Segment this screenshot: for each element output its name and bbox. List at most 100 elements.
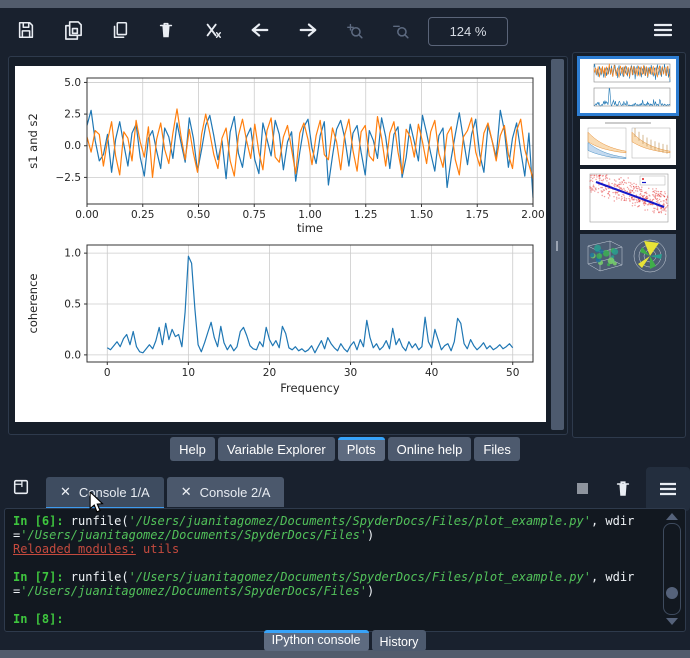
thumbnail-image bbox=[580, 59, 676, 113]
save-all-icon bbox=[64, 20, 82, 40]
plots-options-menu-button[interactable] bbox=[645, 13, 681, 47]
svg-text:−2.5: −2.5 bbox=[56, 172, 82, 184]
svg-text:Frequency: Frequency bbox=[280, 381, 340, 395]
svg-text:1.00: 1.00 bbox=[298, 209, 321, 221]
scroll-up-arrow-icon[interactable] bbox=[666, 513, 678, 520]
pane-tab-online-help[interactable]: Online help bbox=[387, 437, 472, 461]
scroll-down-arrow-icon[interactable] bbox=[666, 618, 678, 625]
svg-text:2.00: 2.00 bbox=[521, 209, 544, 221]
thumbnail-3d-surface-and-polar[interactable] bbox=[580, 234, 676, 279]
console-line: In [6]: runfile('/Users/juanitagomez/Doc… bbox=[13, 514, 653, 542]
console-line: Reloaded modules: utils bbox=[13, 542, 653, 556]
pane-tab-plots[interactable]: Plots bbox=[337, 437, 385, 461]
svg-text:0: 0 bbox=[104, 367, 111, 379]
console-text-segment: utils bbox=[135, 542, 180, 556]
previous-plot-button[interactable] bbox=[242, 13, 278, 47]
console-text-segment: In [8]: bbox=[13, 612, 71, 626]
ipython-console-area[interactable]: In [6]: runfile('/Users/juanitagomez/Doc… bbox=[4, 508, 686, 632]
save-all-plots-button[interactable] bbox=[55, 13, 91, 47]
next-arrow-icon bbox=[299, 23, 317, 37]
scrollbar-track[interactable] bbox=[663, 523, 681, 615]
next-plot-button[interactable] bbox=[290, 13, 326, 47]
window-bottom-edge bbox=[0, 650, 690, 658]
console-tab-console-1-a[interactable]: ✕ Console 1/A bbox=[46, 477, 164, 510]
console-pane-tab-ipython-console[interactable]: IPython console bbox=[263, 630, 369, 651]
svg-text:coherence: coherence bbox=[26, 274, 40, 334]
save-icon bbox=[18, 21, 34, 39]
svg-text:0.0: 0.0 bbox=[64, 140, 81, 152]
svg-text:50: 50 bbox=[506, 367, 519, 379]
thumbnail-scatter-with-regression[interactable] bbox=[580, 169, 676, 230]
pane-tab-variable-explorer[interactable]: Variable Explorer bbox=[217, 437, 335, 461]
svg-text:0.25: 0.25 bbox=[131, 209, 154, 221]
new-console-window-button[interactable] bbox=[10, 476, 32, 498]
console-text-segment: In [6]: bbox=[13, 514, 71, 528]
svg-text:s1 and s2: s1 and s2 bbox=[26, 113, 40, 169]
console-text-segment: In [7]: bbox=[13, 570, 71, 584]
console-tab-console-2-a[interactable]: ✕ Console 2/A bbox=[166, 477, 285, 507]
svg-text:0.5: 0.5 bbox=[64, 299, 81, 311]
thumbnail-image bbox=[580, 119, 676, 165]
window-top-edge bbox=[0, 0, 690, 8]
zoom-in-button[interactable] bbox=[337, 13, 373, 47]
remove-all-plots-button[interactable] bbox=[195, 13, 231, 47]
previous-arrow-icon bbox=[251, 23, 269, 37]
trash-icon bbox=[616, 481, 630, 496]
plots-pane: 0.00 0.25 0.50 0.75 1.00 1.25 1.50 1.75 2.00 5.0 2… bbox=[8, 56, 568, 435]
console-text-segment: ) bbox=[367, 584, 375, 598]
console-scrollbar[interactable] bbox=[660, 511, 684, 627]
console-pane-tab-history[interactable]: History bbox=[371, 630, 427, 651]
copy-icon bbox=[113, 21, 128, 39]
new-window-icon bbox=[13, 479, 29, 495]
close-tab-icon[interactable]: ✕ bbox=[181, 484, 192, 500]
svg-text:5.0: 5.0 bbox=[64, 77, 81, 89]
console-text-segment: '/Users/juanitagomez/Documents/SpyderDoc… bbox=[128, 570, 591, 584]
svg-text:1.25: 1.25 bbox=[354, 209, 377, 221]
pane-tab-help[interactable]: Help bbox=[170, 437, 215, 461]
thumbnail-image bbox=[580, 169, 676, 230]
remove-plot-button[interactable] bbox=[148, 13, 184, 47]
console-text-segment: '/Users/juanitagomez/Documents/SpyderDoc… bbox=[20, 584, 368, 598]
console-text-segment: runfile( bbox=[70, 570, 129, 584]
svg-text:0.50: 0.50 bbox=[187, 209, 210, 221]
thumbnail-signals-and-coherence[interactable] bbox=[577, 56, 679, 116]
scrollbar-grip bbox=[556, 241, 558, 251]
svg-text:0.75: 0.75 bbox=[243, 209, 266, 221]
console-tab-bar: ✕ Console 1/A ✕ Console 2/A bbox=[46, 477, 287, 510]
svg-text:40: 40 bbox=[425, 367, 438, 379]
svg-text:20: 20 bbox=[263, 367, 276, 379]
console-pane-tab-bar: IPython console History bbox=[0, 630, 690, 651]
hamburger-menu-icon bbox=[654, 23, 672, 37]
zoom-out-icon bbox=[393, 25, 409, 39]
save-plot-button[interactable] bbox=[8, 13, 44, 47]
copy-plot-button[interactable] bbox=[102, 13, 138, 47]
console-text-segment: Reloaded modules: bbox=[13, 542, 136, 556]
console-text-segment: '/Users/juanitagomez/Documents/SpyderDoc… bbox=[128, 514, 591, 528]
thumbnail-image bbox=[580, 234, 676, 279]
remove-all-icon bbox=[206, 23, 221, 38]
zoom-level-display[interactable]: 124 % bbox=[428, 17, 508, 46]
svg-text:0.0: 0.0 bbox=[64, 349, 81, 361]
figure-canvas: 0.00 0.25 0.50 0.75 1.00 1.25 1.50 1.75 2.005.02… bbox=[15, 66, 546, 422]
svg-text:1.50: 1.50 bbox=[410, 209, 433, 221]
zoom-in-icon bbox=[347, 23, 363, 39]
console-options-menu-button[interactable] bbox=[646, 467, 690, 511]
svg-text:10: 10 bbox=[182, 367, 195, 379]
stop-icon[interactable] bbox=[577, 483, 588, 494]
thumbnail-confidence-band-curves[interactable] bbox=[580, 119, 676, 165]
console-output: In [6]: runfile('/Users/juanitagomez/Doc… bbox=[13, 514, 653, 626]
console-line: In [7]: runfile('/Users/juanitagomez/Doc… bbox=[13, 570, 653, 598]
svg-text:0.00: 0.00 bbox=[75, 209, 98, 221]
close-tab-icon[interactable]: ✕ bbox=[60, 484, 71, 500]
trash-icon bbox=[159, 22, 173, 38]
scrollbar-thumb[interactable] bbox=[666, 587, 678, 599]
plots-scrollbar[interactable] bbox=[551, 59, 564, 430]
console-line: In [8]: bbox=[13, 612, 653, 626]
pane-tab-files[interactable]: Files bbox=[474, 437, 520, 461]
svg-text:30: 30 bbox=[344, 367, 357, 379]
remove-console-button[interactable] bbox=[614, 478, 632, 504]
svg-text:2.5: 2.5 bbox=[64, 109, 81, 121]
zoom-out-button[interactable] bbox=[383, 13, 419, 47]
svg-text:1.0: 1.0 bbox=[64, 248, 81, 260]
